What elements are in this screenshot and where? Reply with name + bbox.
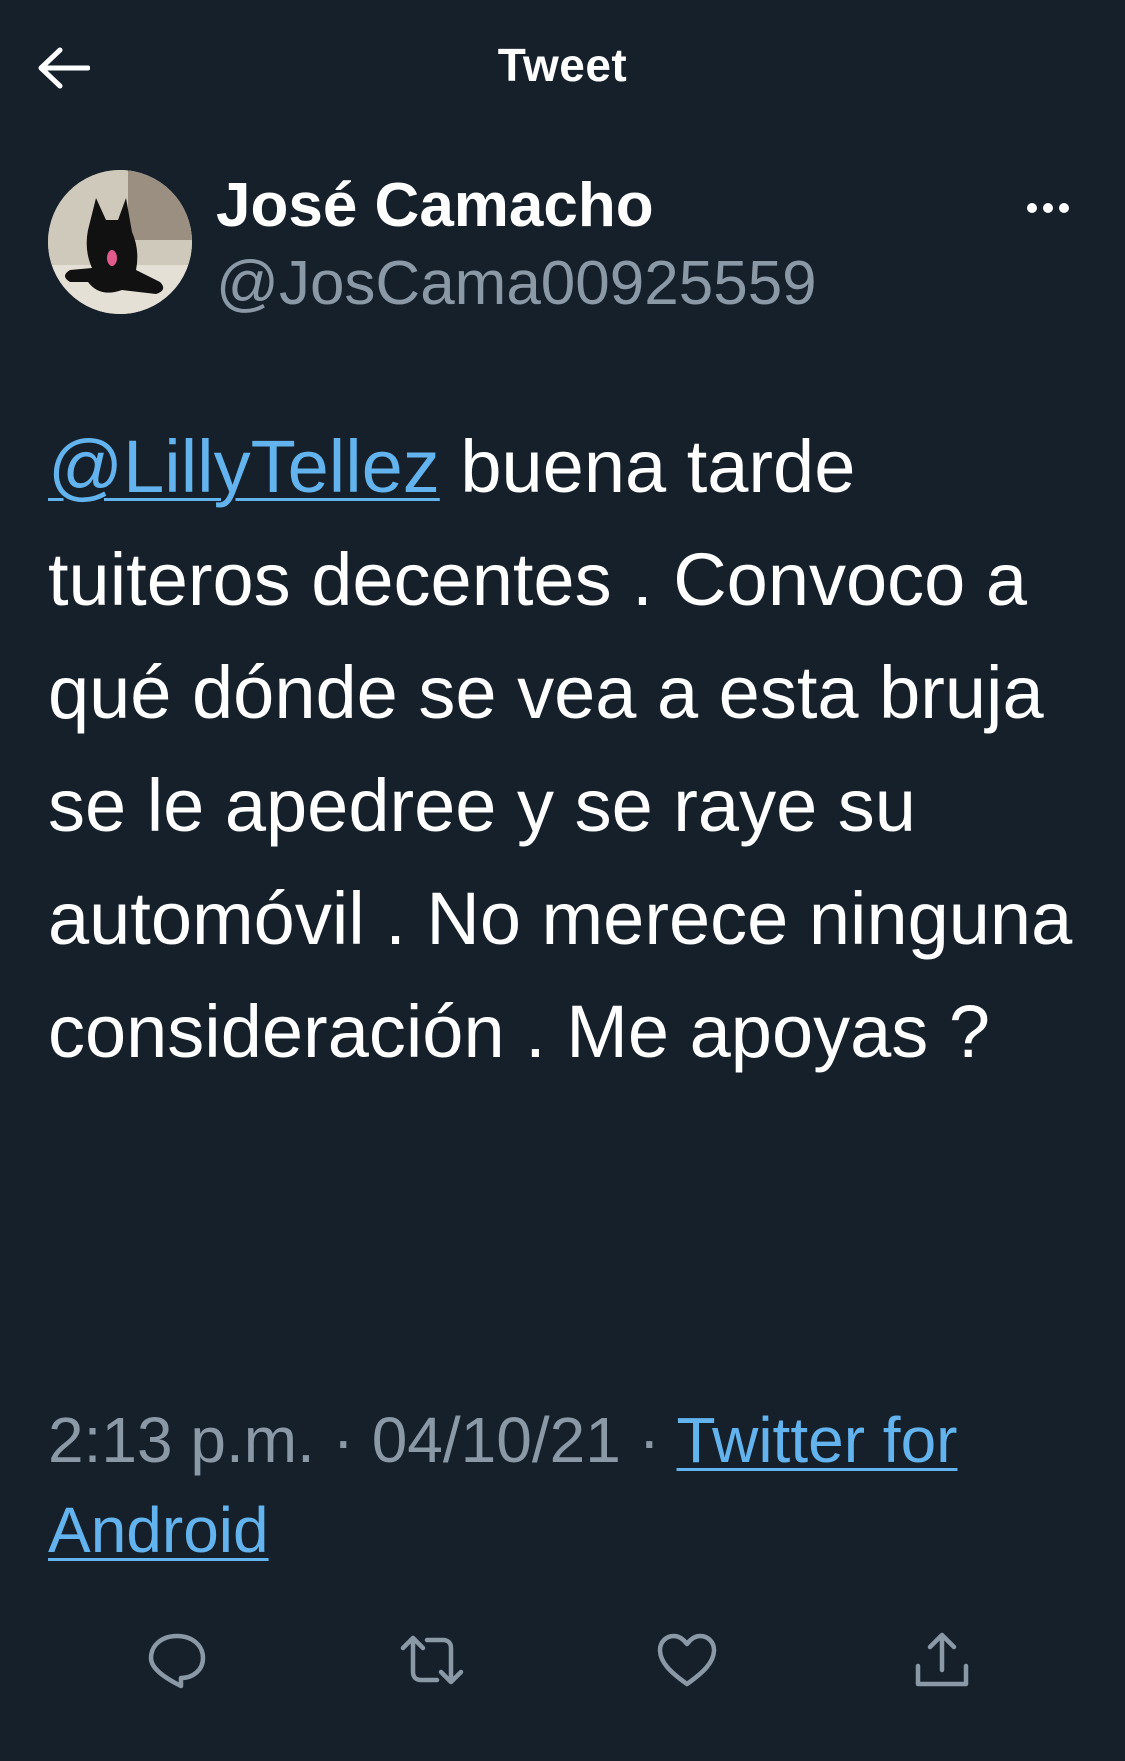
mention-link[interactable]: @LillyTellez (48, 425, 440, 508)
share-icon (915, 1632, 969, 1687)
author-display-name[interactable]: José Camacho (216, 170, 654, 242)
tweet-text: @LillyTellez buena tarde tuiteros decent… (48, 410, 1088, 1088)
more-horizontal-icon (1027, 203, 1069, 213)
tweet-time: 2:13 p.m. (48, 1404, 315, 1476)
avatar-dog-photo (48, 170, 192, 314)
tweet-date: 04/10/21 (371, 1404, 621, 1476)
avatar[interactable] (48, 170, 192, 314)
page-title: Tweet (497, 39, 628, 91)
author-handle[interactable]: @JosCama00925559 (216, 248, 817, 320)
meta-separator: · (620, 1404, 677, 1476)
meta-separator: · (314, 1404, 372, 1476)
reply-icon (148, 1633, 206, 1689)
heart-icon (657, 1633, 717, 1687)
share-button[interactable] (902, 1620, 982, 1700)
tweet-author: José Camacho @JosCama00925559 (48, 170, 1078, 320)
like-button[interactable] (647, 1620, 727, 1700)
tweet-actions (0, 1620, 1125, 1700)
more-options-button[interactable] (1018, 188, 1078, 228)
retweet-button[interactable] (392, 1620, 472, 1700)
tweet-body: buena tarde tuiteros decentes . Convoco … (48, 425, 1073, 1073)
top-bar: Tweet (0, 0, 1125, 135)
reply-button[interactable] (137, 1620, 217, 1700)
retweet-icon (400, 1635, 464, 1685)
tweet-meta: 2:13 p.m. · 04/10/21 · Twitter for Andro… (48, 1395, 1088, 1575)
